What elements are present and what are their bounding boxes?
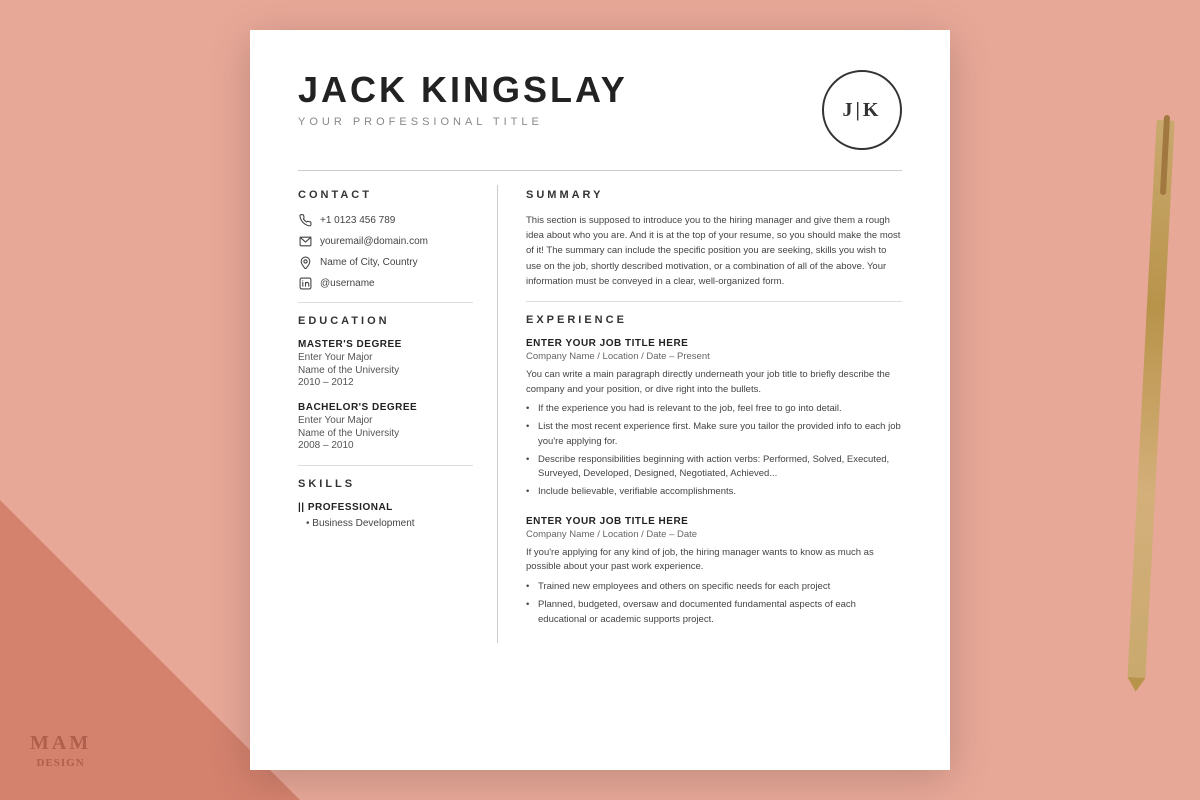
two-col-layout: CONTACT +1 0123 456 789 [298, 185, 902, 643]
left-column: CONTACT +1 0123 456 789 [298, 185, 498, 643]
summary-section: SUMMARY This section is supposed to intr… [526, 189, 902, 289]
contact-email: youremail@domain.com [298, 234, 473, 248]
header-left: JACK KINGSLAY YOUR PROFESSIONAL TITLE [298, 70, 628, 128]
phone-value: +1 0123 456 789 [320, 215, 395, 226]
job-1-company: Company Name / Location / Date – Date [526, 529, 902, 540]
pen-decoration [1127, 120, 1174, 680]
right-column: SUMMARY This section is supposed to intr… [498, 185, 902, 643]
education-masters: MASTER'S DEGREE Enter Your Major Name of… [298, 339, 473, 388]
summary-text: This section is supposed to introduce yo… [526, 213, 902, 289]
bachelors-major: Enter Your Major [298, 415, 473, 426]
job-1-bullets: Trained new employees and others on spec… [526, 580, 902, 627]
job-1-bullet-1: Planned, budgeted, oversaw and documente… [526, 598, 902, 627]
skills-heading: SKILLS [298, 478, 473, 490]
monogram-circle: J|K [822, 70, 902, 150]
pen-tip [1127, 677, 1146, 692]
experience-job-1: ENTER YOUR JOB TITLE HERE Company Name /… [526, 516, 902, 628]
phone-icon [298, 213, 312, 227]
resume-professional-title: YOUR PROFESSIONAL TITLE [298, 116, 628, 128]
education-section: EDUCATION MASTER'S DEGREE Enter Your Maj… [298, 315, 473, 451]
education-bachelors: BACHELOR'S DEGREE Enter Your Major Name … [298, 402, 473, 451]
header-divider [298, 170, 902, 171]
education-heading: EDUCATION [298, 315, 473, 327]
job-0-description: You can write a main paragraph directly … [526, 368, 902, 397]
job-0-bullet-1: List the most recent experience first. M… [526, 420, 902, 449]
experience-section: EXPERIENCE ENTER YOUR JOB TITLE HERE Com… [526, 314, 902, 627]
resume-header: JACK KINGSLAY YOUR PROFESSIONAL TITLE J|… [298, 70, 902, 150]
location-icon [298, 255, 312, 269]
skills-section: SKILLS || PROFESSIONAL Business Developm… [298, 478, 473, 529]
contact-linkedin: @username [298, 276, 473, 290]
job-1-description: If you're applying for any kind of job, … [526, 546, 902, 575]
contact-divider [298, 302, 473, 303]
skills-category: || PROFESSIONAL [298, 502, 473, 513]
contact-phone: +1 0123 456 789 [298, 213, 473, 227]
masters-years: 2010 – 2012 [298, 377, 473, 388]
watermark: MAM DESIGN [30, 730, 91, 770]
bachelors-school: Name of the University [298, 428, 473, 439]
job-1-bullet-0: Trained new employees and others on spec… [526, 580, 902, 595]
resume-name: JACK KINGSLAY [298, 70, 628, 110]
summary-divider [526, 301, 902, 302]
email-icon [298, 234, 312, 248]
skill-item-0: Business Development [298, 518, 473, 529]
job-0-bullets: If the experience you had is relevant to… [526, 402, 902, 499]
contact-location: Name of City, Country [298, 255, 473, 269]
job-0-company: Company Name / Location / Date – Present [526, 351, 902, 362]
contact-section: CONTACT +1 0123 456 789 [298, 189, 473, 290]
masters-major: Enter Your Major [298, 352, 473, 363]
job-0-bullet-2: Describe responsibilities beginning with… [526, 453, 902, 482]
linkedin-icon [298, 276, 312, 290]
bachelors-degree-label: BACHELOR'S DEGREE [298, 402, 473, 413]
job-0-bullet-0: If the experience you had is relevant to… [526, 402, 902, 417]
experience-job-0: ENTER YOUR JOB TITLE HERE Company Name /… [526, 338, 902, 500]
resume-paper: JACK KINGSLAY YOUR PROFESSIONAL TITLE J|… [250, 30, 950, 770]
education-divider [298, 465, 473, 466]
summary-heading: SUMMARY [526, 189, 902, 201]
job-0-bullet-3: Include believable, verifiable accomplis… [526, 485, 902, 500]
experience-heading: EXPERIENCE [526, 314, 902, 326]
bachelors-years: 2008 – 2010 [298, 440, 473, 451]
linkedin-value: @username [320, 278, 375, 289]
location-value: Name of City, Country [320, 257, 418, 268]
job-1-title: ENTER YOUR JOB TITLE HERE [526, 516, 902, 527]
job-0-title: ENTER YOUR JOB TITLE HERE [526, 338, 902, 349]
masters-school: Name of the University [298, 365, 473, 376]
masters-degree-label: MASTER'S DEGREE [298, 339, 473, 350]
email-value: youremail@domain.com [320, 236, 428, 247]
contact-heading: CONTACT [298, 189, 473, 201]
